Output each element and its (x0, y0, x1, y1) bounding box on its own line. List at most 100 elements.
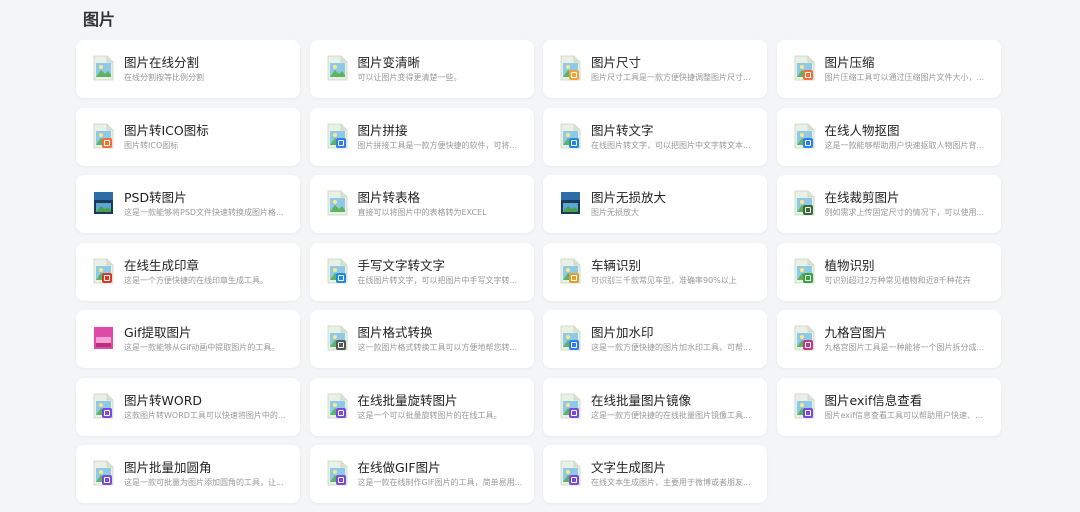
tool-title: Gif提取图片 (124, 325, 192, 340)
tool-title: 图片在线分割 (124, 55, 200, 70)
image-file-icon (560, 258, 581, 284)
tool-card[interactable]: 图片尺寸图片尺寸工具是一款方便快捷调整图片尺寸... (543, 40, 767, 98)
image-file-icon (560, 460, 581, 486)
tool-card[interactable]: 图片压缩 图片压缩工具可以通过压缩图片文件大小，... (776, 40, 1001, 98)
image-file-icon (93, 258, 114, 284)
tool-grid: 图片在线分割 在线分割按等比例分割 图片变清晰 可以让图片变得更清楚一些。 图片尺寸 图片… (76, 40, 1001, 503)
image-file-icon (327, 190, 348, 216)
tool-description: 图片拼接工具是一款方便快捷的软件，可将... (357, 140, 518, 150)
tool-description: 这是一个方便快捷的在线印章生成工具。 (124, 275, 268, 285)
image-file-icon (560, 55, 581, 81)
tool-description: 这是一款在线制作GIF图片的工具，简单易用... (357, 478, 523, 487)
psd-file-icon (560, 190, 581, 216)
tool-description: 图片无损放大 (591, 208, 639, 217)
tool-card[interactable]: 在线人物抠图这是一款能够帮助用户快速抠取人物图片背... (776, 107, 1001, 166)
tool-title: 在线生成印章 (124, 257, 200, 273)
image-file-icon (327, 325, 348, 351)
tool-description: 这是一个可以批量旋转图片的在线工具。 (357, 410, 502, 420)
tool-description: 可识别三千款常见车型，准确率90%以上 (591, 275, 737, 285)
tool-card[interactable]: 图片转文字在线图片转文字，可以把图片中文字转文本... (543, 107, 767, 166)
tool-description: 图片exif信息查看工具可以帮助用户快速、方... (824, 410, 990, 420)
tool-description: 图片压缩工具可以通过压缩图片文件大小，... (824, 73, 985, 82)
image-file-icon (794, 393, 815, 419)
tool-title: 图片变清晰 (357, 55, 421, 70)
tool-card[interactable]: 图片格式转换这一款图片格式转换工具可以方便地帮您转... (309, 310, 534, 368)
section-title: 图片 (83, 10, 116, 29)
image-file-icon (560, 325, 581, 351)
tool-title: 植物识别 (824, 257, 875, 273)
image-file-icon (560, 393, 581, 419)
tool-description: 在线文本生成图片，主要用于微博或者朋友... (591, 478, 751, 487)
tool-card[interactable]: 车辆识别可识别三千款常见车型，准确率90%以上 (543, 242, 767, 301)
tool-card[interactable]: 九格宫图片九格宫图片工具是一种能将一个图片拆分成... (776, 310, 1001, 368)
tool-description: 这是一款可批量为图片添加圆角的工具，让... (124, 478, 284, 487)
tool-description: 可识别超过2万种常见植物和近8千种花卉 (824, 275, 971, 285)
tool-title: 图片转WORD (124, 392, 203, 408)
image-file-icon (93, 55, 114, 81)
tool-description: 图片尺寸工具是一款方便快捷调整图片尺寸... (591, 73, 751, 82)
gif-file-icon (93, 325, 114, 351)
tool-description: 在线图片转文字，可以把图片中文字转文本... (591, 140, 751, 150)
image-file-icon (327, 393, 348, 419)
tool-title: 在线批量旋转图片 (357, 392, 458, 408)
tool-title: 图片尺寸 (591, 55, 642, 70)
tool-card[interactable]: 图片转表格 直接可以将图片中的表格转为EXCEL (309, 175, 534, 233)
tool-title: 图片转文字 (591, 122, 654, 138)
psd-file-icon (93, 190, 114, 216)
tool-card[interactable]: 植物识别可识别超过2万种常见植物和近8千种花卉 (776, 242, 1001, 301)
image-file-icon (794, 190, 815, 216)
tool-description: 这是一款能够从Gif动画中提取图片的工具。 (124, 343, 280, 352)
image-file-icon (794, 258, 815, 284)
tool-card[interactable]: 图片加水印这是一款方便快捷的图片加水印工具，可帮... (543, 310, 767, 368)
tool-title: PSD转图片 (124, 190, 187, 205)
tool-title: 文字生成图片 (591, 460, 667, 475)
tool-card[interactable]: 在线批量图片镜像这是一款方便快捷的在线批量图片镜像工具... (543, 377, 767, 436)
tool-card[interactable]: 文字生成图片在线文本生成图片，主要用于微博或者朋友... (543, 445, 767, 503)
image-file-icon (327, 460, 348, 486)
image-file-icon (327, 123, 348, 149)
tool-description: 这是一款方便快捷的在线批量图片镜像工具... (591, 410, 751, 420)
tool-card[interactable]: 图片无损放大 图片无损放大 (543, 175, 767, 233)
tool-description: 这款图片转WORD工具可以快速将图片中的... (124, 410, 286, 420)
tool-card[interactable]: 图片在线分割在线分割按等比例分割 (76, 40, 300, 98)
tool-card[interactable]: 在线生成印章这是一个方便快捷的在线印章生成工具。 (76, 242, 300, 301)
tool-card[interactable]: 在线批量旋转图片这是一个可以批量旋转图片的在线工具。 (309, 377, 534, 436)
tool-title: 车辆识别 (591, 257, 642, 273)
tool-title: 图片格式转换 (357, 325, 433, 340)
tool-card[interactable]: 图片拼接 图片拼接工具是一款方便快捷的软件，可将... (309, 107, 534, 166)
tool-card[interactable]: 图片exif信息查看图片exif信息查看工具可以帮助用户快速、方... (776, 377, 1001, 436)
tool-card[interactable]: 图片变清晰可以让图片变得更清楚一些。 (309, 40, 534, 98)
tool-card[interactable]: 在线做GIF图片 这是一款在线制作GIF图片的工具，简单易用... (309, 445, 534, 503)
tool-description: 这是一款能够帮助用户快速抠取人物图片背... (824, 140, 985, 150)
image-file-icon (93, 460, 114, 486)
tool-title: 图片无损放大 (591, 190, 667, 205)
tool-card[interactable]: Gif提取图片这是一款能够从Gif动画中提取图片的工具。 (76, 310, 300, 368)
image-file-icon (794, 325, 815, 351)
tool-title: 九格宫图片 (824, 325, 888, 340)
tool-card[interactable]: 在线裁剪图片 例如需求上传固定尺寸的情况下，可以使用... (776, 175, 1001, 233)
tool-title: 在线批量图片镜像 (591, 392, 692, 408)
tools-page: 图片 图片在线分割 在线分割按等比例分割 图片变清晰 可以让图片变得更清楚一些。 图片尺… (0, 0, 1080, 512)
tool-title: 图片加水印 (591, 325, 654, 340)
tool-card[interactable]: PSD转图片这是一款能够将PSD文件快速转换成图片格... (76, 175, 300, 233)
tool-title: 在线人物抠图 (824, 122, 900, 138)
image-file-icon (327, 55, 348, 81)
tool-description: 这是一款方便快捷的图片加水印工具，可帮... (591, 343, 751, 352)
tool-description: 在线分割按等比例分割 (124, 73, 204, 82)
image-file-icon (93, 123, 114, 149)
tool-card[interactable]: 图片批量加圆角这是一款可批量为图片添加圆角的工具，让... (76, 445, 300, 503)
tool-card[interactable]: 图片转WORD 这款图片转WORD工具可以快速将图片中的... (76, 377, 300, 436)
tool-description: 直接可以将图片中的表格转为EXCEL (357, 208, 487, 217)
tool-card[interactable]: 手写文字转文字 在线图片转文字，可以把图片中手写文字转... (309, 242, 534, 301)
tool-card[interactable]: 图片转ICO图标 图片转ICO图标 (76, 107, 300, 166)
image-file-icon (327, 258, 348, 284)
tool-title: 图片转ICO图标 (124, 122, 209, 138)
tool-description: 九格宫图片工具是一种能将一个图片拆分成... (824, 343, 985, 352)
tool-title: 图片批量加圆角 (124, 460, 212, 475)
tool-description: 这一款图片格式转换工具可以方便地帮您转... (357, 343, 518, 352)
tool-title: 手写文字转文字 (357, 257, 446, 273)
tool-description: 可以让图片变得更清楚一些。 (357, 73, 462, 82)
tool-title: 图片exif信息查看 (824, 392, 923, 408)
image-file-icon (560, 123, 581, 149)
tool-description: 这是一款能够将PSD文件快速转换成图片格... (124, 208, 284, 217)
